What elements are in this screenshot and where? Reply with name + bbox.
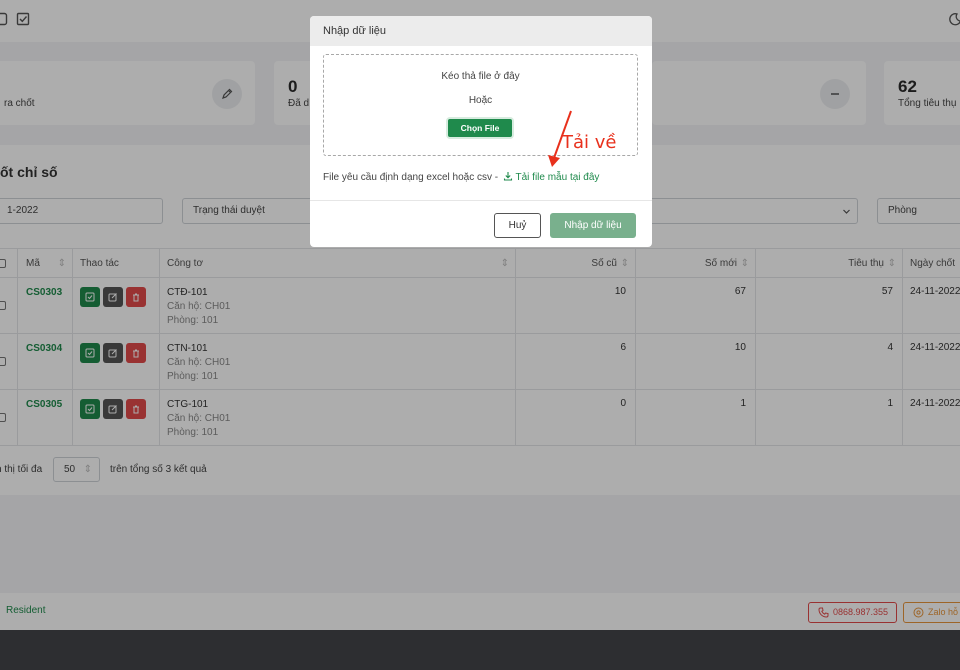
dropzone-text: Kéo thả file ở đây [441,71,520,82]
file-requirement: File yêu cầu định dạng excel hoặc csv - … [323,171,599,183]
modal-header: Nhập dữ liệu [310,16,652,46]
cancel-button[interactable]: Huỷ [494,213,541,238]
bottom-bar [0,630,960,670]
choose-file-button[interactable]: Chọn File [448,119,512,137]
annotation-text: Tải về [562,132,617,153]
or-text: Hoặc [468,95,493,106]
requirement-text: File yêu cầu định dạng excel hoặc csv - [323,172,499,183]
modal-title: Nhập dữ liệu [323,25,387,37]
import-data-button[interactable]: Nhập dữ liệu [550,213,636,238]
download-icon [503,172,512,181]
download-template-link[interactable]: Tải file mẫu tại đây [501,172,600,183]
modal-divider [310,200,652,201]
download-template-label: Tải file mẫu tại đây [515,172,600,183]
